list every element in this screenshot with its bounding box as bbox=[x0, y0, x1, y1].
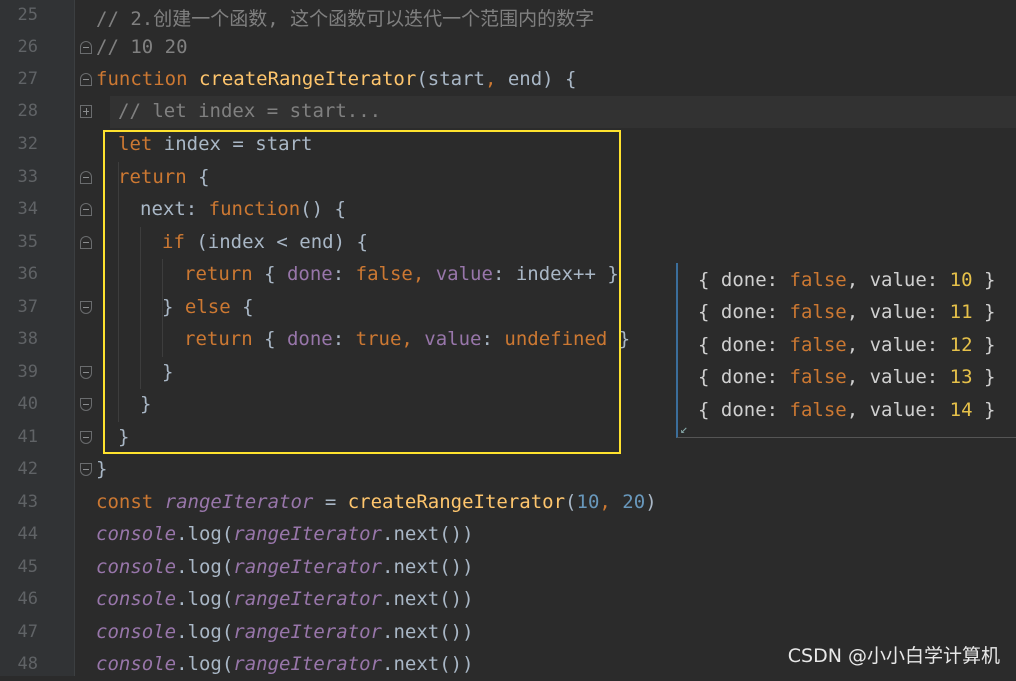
code-line: 43 const rangeIterator = createRangeIter… bbox=[0, 487, 1016, 519]
line-number: 27 bbox=[17, 69, 38, 89]
line-number: 35 bbox=[17, 232, 38, 252]
line-number: 34 bbox=[17, 199, 38, 219]
code-text: // 10 20 bbox=[96, 36, 188, 58]
code-line: 44 console.log(rangeIterator.next()) bbox=[0, 519, 1016, 551]
fold-toggle-icon[interactable] bbox=[80, 41, 92, 54]
code-text: console.log(rangeIterator.next()) bbox=[96, 556, 474, 578]
line-number: 25 bbox=[17, 5, 38, 25]
console-output-panel: { done: false, value: 10 } { done: false… bbox=[676, 263, 1016, 438]
fold-toggle-icon[interactable] bbox=[80, 236, 92, 249]
line-number: 32 bbox=[17, 134, 38, 154]
code-text: console.log(rangeIterator.next()) bbox=[96, 653, 474, 675]
fold-toggle-icon[interactable] bbox=[80, 366, 92, 379]
line-number: 48 bbox=[17, 654, 38, 674]
console-line: { done: false, value: 12 } bbox=[698, 334, 996, 356]
line-number: 40 bbox=[17, 394, 38, 414]
code-text: console.log(rangeIterator.next()) bbox=[96, 621, 474, 643]
line-number: 39 bbox=[17, 362, 38, 382]
fold-toggle-icon[interactable] bbox=[80, 431, 92, 444]
code-text: function createRangeIterator(start, end)… bbox=[96, 68, 577, 90]
code-text: console.log(rangeIterator.next()) bbox=[96, 588, 474, 610]
code-line: 46 console.log(rangeIterator.next()) bbox=[0, 584, 1016, 616]
code-line: 45 console.log(rangeIterator.next()) bbox=[0, 552, 1016, 584]
fold-toggle-icon[interactable] bbox=[80, 171, 92, 184]
line-number: 38 bbox=[17, 329, 38, 349]
line-number: 36 bbox=[17, 264, 38, 284]
code-text: const rangeIterator = createRangeIterato… bbox=[96, 491, 657, 513]
code-text: // 2.创建一个函数, 这个函数可以迭代一个范围内的数字 bbox=[96, 8, 595, 30]
line-number: 41 bbox=[17, 427, 38, 447]
line-number: 45 bbox=[17, 557, 38, 577]
line-number: 26 bbox=[17, 37, 38, 57]
expand-fold-icon[interactable] bbox=[80, 105, 92, 118]
console-line: { done: false, value: 11 } bbox=[698, 301, 996, 323]
code-line: 42 } bbox=[0, 454, 1016, 486]
line-number: 43 bbox=[17, 492, 38, 512]
console-line: { done: false, value: 13 } bbox=[698, 366, 996, 388]
scroll-arrow-icon[interactable]: ↙ bbox=[680, 422, 688, 437]
highlight-box bbox=[103, 130, 621, 454]
line-number: 46 bbox=[17, 589, 38, 609]
code-line: 26 // 10 20 bbox=[0, 32, 1016, 64]
fold-toggle-icon[interactable] bbox=[80, 463, 92, 476]
code-line: 27 function createRangeIterator(start, e… bbox=[0, 64, 1016, 96]
fold-toggle-icon[interactable] bbox=[80, 301, 92, 314]
console-line: { done: false, value: 10 } bbox=[698, 269, 996, 291]
line-number: 47 bbox=[17, 622, 38, 642]
code-line: 25 // 2.创建一个函数, 这个函数可以迭代一个范围内的数字 bbox=[0, 0, 1016, 32]
line-number: 42 bbox=[17, 459, 38, 479]
line-number: 33 bbox=[17, 167, 38, 187]
collapsed-code-text: // let index = start... bbox=[118, 100, 382, 122]
code-text: } bbox=[96, 458, 108, 480]
code-text: console.log(rangeIterator.next()) bbox=[96, 523, 474, 545]
code-line-collapsed: 28 // let index = start... bbox=[0, 96, 1016, 128]
console-line: { done: false, value: 14 } bbox=[698, 399, 996, 421]
fold-toggle-icon[interactable] bbox=[80, 73, 92, 86]
watermark: CSDN @小小白学计算机 bbox=[787, 645, 1000, 667]
fold-toggle-icon[interactable] bbox=[80, 398, 92, 411]
line-number: 37 bbox=[17, 297, 38, 317]
fold-toggle-icon[interactable] bbox=[80, 203, 92, 216]
line-number: 44 bbox=[17, 524, 38, 544]
line-number: 28 bbox=[17, 101, 38, 121]
